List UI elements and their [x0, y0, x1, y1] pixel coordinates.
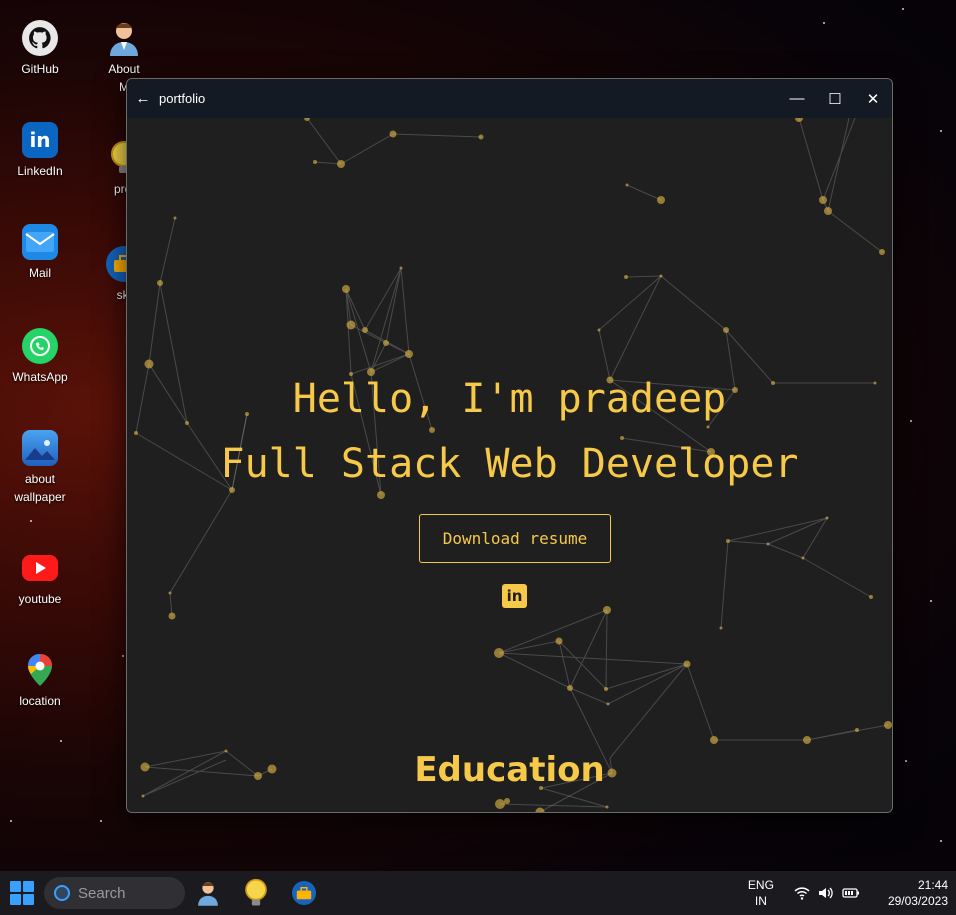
- clock-date: 29/03/2023: [887, 894, 948, 908]
- desktop-icon-label: about wallpaper: [14, 472, 66, 504]
- bulb-icon: [245, 878, 267, 906]
- battery-icon: [842, 888, 859, 898]
- hero-greeting: Hello, I'm pradeep: [292, 376, 727, 422]
- desktop-icon-label: location: [19, 694, 61, 708]
- clock[interactable]: 21:44 29/03/2023: [888, 877, 948, 909]
- linkedin-icon: in: [22, 122, 58, 158]
- system-tray: ENG IN 21:44 29/03/2023: [748, 871, 956, 915]
- desktop-icon-whatsapp[interactable]: WhatsApp: [0, 328, 80, 386]
- person-icon: [106, 20, 142, 56]
- desktop-icon-linkedin[interactable]: in LinkedIn: [0, 122, 80, 180]
- desktop-icon-label: LinkedIn: [17, 164, 63, 178]
- whatsapp-icon: [22, 328, 58, 364]
- person-icon: [198, 882, 218, 906]
- portfolio-page: Hello, I'm pradeep Full Stack Web Develo…: [127, 118, 892, 812]
- portfolio-window: ← portfolio — ☐ ✕ Hello, I'm pradeep Ful…: [126, 78, 893, 813]
- search-icon: [54, 885, 70, 901]
- back-arrow-icon[interactable]: ←: [127, 90, 159, 107]
- window-titlebar[interactable]: ← portfolio — ☐ ✕: [127, 79, 892, 118]
- desktop-icon-label: Mail: [28, 266, 51, 280]
- desktop-icon-label: WhatsApp: [12, 370, 68, 384]
- tray-icons[interactable]: [794, 886, 860, 900]
- taskbar-search[interactable]: Search: [44, 877, 185, 909]
- youtube-icon: [22, 555, 58, 581]
- linkedin-icon[interactable]: in: [502, 584, 527, 608]
- maximize-button[interactable]: ☐: [816, 79, 854, 118]
- language-indicator[interactable]: ENG IN: [748, 877, 774, 909]
- desktop-icon-github[interactable]: GitHub: [0, 20, 80, 78]
- education-heading: Education: [414, 750, 605, 790]
- desktop-icon-mail[interactable]: Mail: [0, 224, 80, 282]
- download-resume-button[interactable]: Download resume: [419, 514, 611, 563]
- github-icon: [22, 20, 58, 56]
- map-pin-icon: [22, 652, 58, 688]
- picture-icon: [22, 430, 58, 466]
- windows-start-icon[interactable]: [10, 881, 34, 905]
- desktop-icon-about-wallpaper[interactable]: about wallpaper: [0, 430, 80, 506]
- taskbar: Search ENG IN 21:44 29/03/2023: [0, 871, 956, 915]
- search-placeholder: Search: [78, 884, 126, 902]
- wifi-icon: [794, 887, 810, 900]
- taskbar-app-skills[interactable]: [289, 878, 319, 908]
- volume-icon: [818, 887, 833, 899]
- window-title: portfolio: [159, 91, 206, 106]
- close-button[interactable]: ✕: [854, 79, 892, 118]
- desktop-icon-location[interactable]: location: [0, 652, 80, 710]
- taskbar-app-about-me[interactable]: [193, 878, 223, 908]
- toolbox-icon: [292, 881, 316, 905]
- hero-section: Hello, I'm pradeep Full Stack Web Develo…: [127, 118, 892, 812]
- minimize-button[interactable]: —: [778, 79, 816, 118]
- hero-role: Full Stack Web Developer: [220, 441, 799, 487]
- desktop-icon-youtube[interactable]: youtube: [0, 550, 80, 608]
- mail-icon: [22, 224, 58, 260]
- taskbar-app-projects[interactable]: [241, 878, 271, 908]
- desktop-icon-label: GitHub: [21, 62, 59, 76]
- desktop-icon-label: youtube: [18, 592, 62, 606]
- clock-time: 21:44: [917, 878, 948, 892]
